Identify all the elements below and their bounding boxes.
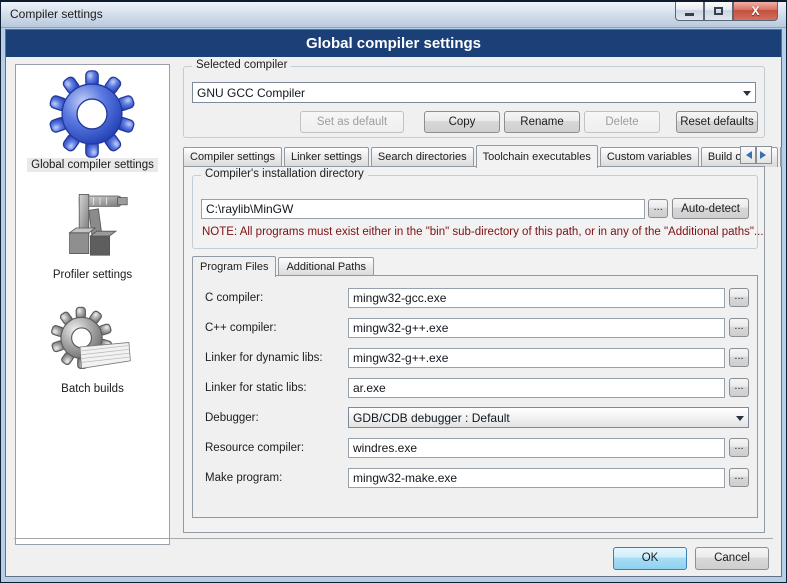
installation-directory-browse-button[interactable]: ... bbox=[648, 199, 668, 218]
minimize-icon bbox=[685, 13, 694, 16]
close-icon: X bbox=[751, 5, 759, 17]
minimize-button[interactable] bbox=[675, 2, 704, 21]
make-program-input[interactable] bbox=[348, 468, 725, 488]
compiler-settings-window: Compiler settings X Global compiler sett… bbox=[0, 0, 787, 583]
field-row-resource-compiler: Resource compiler: ... bbox=[205, 437, 749, 458]
subtab-program-files[interactable]: Program Files bbox=[192, 256, 276, 277]
cpp-compiler-label: C++ compiler: bbox=[205, 322, 348, 334]
sidebar-item-label: Global compiler settings bbox=[27, 158, 158, 172]
debugger-value: GDB/CDB debugger : Default bbox=[353, 411, 732, 425]
set-as-default-button[interactable]: Set as default bbox=[300, 111, 404, 133]
dynamic-linker-browse-button[interactable]: ... bbox=[729, 348, 749, 367]
maximize-button[interactable] bbox=[704, 2, 733, 21]
tab-scroll-right-button[interactable] bbox=[756, 146, 772, 164]
field-row-make-program: Make program: ... bbox=[205, 467, 749, 488]
resource-compiler-input[interactable] bbox=[348, 438, 725, 458]
chevron-down-icon bbox=[736, 416, 744, 425]
field-row-static-linker: Linker for static libs: ... bbox=[205, 377, 749, 398]
reset-defaults-button[interactable]: Reset defaults bbox=[676, 111, 758, 133]
selected-compiler-value: GNU GCC Compiler bbox=[197, 86, 739, 100]
ok-button[interactable]: OK bbox=[613, 547, 687, 570]
arrow-left-icon bbox=[742, 151, 752, 159]
gray-gear-papers-icon bbox=[51, 306, 135, 382]
rename-button[interactable]: Rename bbox=[504, 111, 580, 133]
tab-clipped[interactable] bbox=[780, 147, 782, 167]
window-title: Compiler settings bbox=[10, 7, 103, 21]
make-program-label: Make program: bbox=[205, 472, 348, 484]
field-row-dynamic-linker: Linker for dynamic libs: ... bbox=[205, 347, 749, 368]
footer-divider bbox=[14, 538, 773, 539]
c-compiler-browse-button[interactable]: ... bbox=[729, 288, 749, 307]
debugger-label: Debugger: bbox=[205, 412, 348, 424]
resource-compiler-label: Resource compiler: bbox=[205, 442, 348, 454]
installation-directory-group: Compiler's installation directory ... Au… bbox=[192, 175, 758, 249]
dynamic-linker-label: Linker for dynamic libs: bbox=[205, 352, 348, 364]
page-title: Global compiler settings bbox=[6, 30, 781, 57]
sidebar-item-batch-builds[interactable]: Batch builds bbox=[51, 306, 135, 396]
c-compiler-input[interactable] bbox=[348, 288, 725, 308]
compiler-tabs: Compiler settings Linker settings Search… bbox=[183, 144, 778, 167]
caliper-icon bbox=[52, 188, 132, 268]
cancel-button[interactable]: Cancel bbox=[695, 547, 769, 570]
maximize-icon bbox=[714, 7, 723, 15]
close-button[interactable]: X bbox=[733, 2, 778, 21]
sidebar-item-label: Profiler settings bbox=[49, 268, 136, 282]
subtab-additional-paths[interactable]: Additional Paths bbox=[278, 257, 374, 276]
cpp-compiler-input[interactable] bbox=[348, 318, 725, 338]
tab-scroll-left-button[interactable] bbox=[740, 146, 756, 164]
field-row-cpp-compiler: C++ compiler: ... bbox=[205, 317, 749, 338]
chevron-down-icon bbox=[743, 91, 751, 100]
tab-linker-settings[interactable]: Linker settings bbox=[284, 147, 369, 167]
dynamic-linker-input[interactable] bbox=[348, 348, 725, 368]
sidebar: Global compiler settings bbox=[15, 64, 170, 545]
field-row-debugger: Debugger: GDB/CDB debugger : Default bbox=[205, 407, 749, 428]
selected-compiler-combobox[interactable]: GNU GCC Compiler bbox=[192, 82, 756, 103]
auto-detect-button[interactable]: Auto-detect bbox=[672, 198, 749, 219]
selected-compiler-group: Selected compiler GNU GCC Compiler Set a… bbox=[183, 66, 765, 138]
c-compiler-label: C compiler: bbox=[205, 292, 348, 304]
installation-directory-group-label: Compiler's installation directory bbox=[201, 168, 368, 180]
static-linker-browse-button[interactable]: ... bbox=[729, 378, 749, 397]
field-row-c-compiler: C compiler: ... bbox=[205, 287, 749, 308]
sidebar-item-profiler-settings[interactable]: Profiler settings bbox=[49, 188, 136, 282]
installation-note: NOTE: All programs must exist either in … bbox=[202, 226, 764, 238]
tab-toolchain-executables[interactable]: Toolchain executables bbox=[476, 145, 598, 168]
sidebar-item-global-compiler-settings[interactable]: Global compiler settings bbox=[27, 70, 158, 172]
make-program-browse-button[interactable]: ... bbox=[729, 468, 749, 487]
title-bar: Compiler settings X bbox=[1, 2, 786, 28]
tab-compiler-settings[interactable]: Compiler settings bbox=[183, 147, 282, 167]
selected-compiler-group-label: Selected compiler bbox=[192, 59, 291, 71]
resource-compiler-browse-button[interactable]: ... bbox=[729, 438, 749, 457]
blue-gear-icon bbox=[48, 70, 136, 158]
cpp-compiler-browse-button[interactable]: ... bbox=[729, 318, 749, 337]
tab-custom-variables[interactable]: Custom variables bbox=[600, 147, 699, 167]
program-files-panel: C compiler: ... C++ compiler: ... Linker… bbox=[192, 275, 758, 518]
dialog-client-area: Global compiler settings bbox=[5, 29, 782, 577]
delete-button[interactable]: Delete bbox=[584, 111, 660, 133]
toolchain-executables-panel: Compiler's installation directory ... Au… bbox=[183, 166, 765, 533]
program-files-subtabs: Program Files Additional Paths bbox=[192, 255, 376, 276]
arrow-right-icon bbox=[760, 151, 770, 159]
installation-directory-input[interactable] bbox=[201, 199, 645, 219]
sidebar-item-label: Batch builds bbox=[57, 382, 128, 396]
static-linker-input[interactable] bbox=[348, 378, 725, 398]
copy-button[interactable]: Copy bbox=[424, 111, 500, 133]
tab-scroller bbox=[740, 146, 772, 164]
debugger-combobox[interactable]: GDB/CDB debugger : Default bbox=[348, 407, 749, 428]
window-controls: X bbox=[675, 2, 778, 21]
tab-search-directories[interactable]: Search directories bbox=[371, 147, 474, 167]
static-linker-label: Linker for static libs: bbox=[205, 382, 348, 394]
